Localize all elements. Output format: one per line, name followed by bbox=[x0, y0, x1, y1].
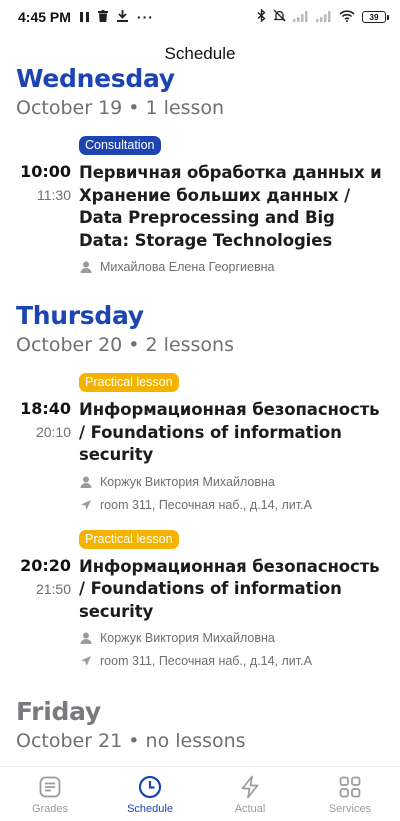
mute-bell-icon bbox=[273, 9, 286, 25]
grid-icon bbox=[337, 774, 363, 800]
lesson-teacher: Коржук Виктория Михайловна bbox=[100, 631, 275, 645]
lesson-start-time: 10:00 bbox=[20, 162, 71, 181]
lesson-location-row: room 311, Песочная наб., д.14, лит.А bbox=[79, 497, 386, 513]
day-title: Thursday bbox=[16, 301, 144, 330]
lesson-type-badge: Practical lesson bbox=[79, 529, 179, 549]
lightning-icon bbox=[237, 774, 263, 800]
lesson-start-time: 18:40 bbox=[20, 399, 71, 418]
lesson-teacher: Михайлова Елена Георгиевна bbox=[100, 260, 275, 274]
nav-item-services[interactable]: Services bbox=[300, 767, 400, 821]
nav-item-actual[interactable]: Actual bbox=[200, 767, 300, 821]
lesson-location-row: room 311, Песочная наб., д.14, лит.А bbox=[79, 653, 386, 669]
nav-label: Actual bbox=[234, 803, 266, 815]
day-title: Wednesday bbox=[16, 66, 175, 93]
signal-icon bbox=[293, 9, 309, 25]
location-arrow-icon bbox=[79, 498, 93, 512]
schedule-list[interactable]: Wednesday October 19 • 1 lesson Consulta… bbox=[0, 66, 400, 766]
more-icon: ··· bbox=[136, 9, 154, 25]
lesson-card[interactable]: Practical lesson 20:20 21:50 Информацион… bbox=[0, 529, 400, 670]
day-section-friday: Friday October 21 • no lessons bbox=[0, 697, 400, 753]
grades-icon bbox=[37, 774, 63, 800]
day-section-thursday: Thursday October 20 • 2 lessons Practica… bbox=[0, 301, 400, 669]
lesson-teacher-row: Михайлова Елена Георгиевна bbox=[79, 259, 386, 275]
nav-item-schedule[interactable]: Schedule bbox=[100, 767, 200, 821]
lesson-card[interactable]: Practical lesson 18:40 20:10 Информацион… bbox=[0, 373, 400, 513]
location-arrow-icon bbox=[79, 654, 93, 668]
lesson-type-badge: Consultation bbox=[79, 136, 161, 155]
page-title: Schedule bbox=[164, 44, 236, 63]
lesson-title: Первичная обработка данных и Хранение бо… bbox=[79, 163, 382, 250]
lesson-location: room 311, Песочная наб., д.14, лит.А bbox=[100, 654, 312, 668]
lesson-location: room 311, Песочная наб., д.14, лит.А bbox=[100, 497, 312, 512]
person-icon bbox=[79, 631, 93, 645]
day-subtitle: October 21 • no lessons bbox=[16, 730, 246, 752]
lesson-teacher-row: Коржук Виктория Михайловна bbox=[79, 630, 386, 646]
signal-icon-2 bbox=[316, 9, 332, 25]
lesson-title: Информационная безопасность / Foundation… bbox=[79, 400, 380, 464]
nav-label: Schedule bbox=[127, 803, 173, 815]
wifi-icon bbox=[339, 9, 355, 25]
battery-icon: 39 bbox=[362, 11, 389, 23]
person-icon bbox=[79, 260, 93, 274]
day-section-wednesday: Wednesday October 19 • 1 lesson Consulta… bbox=[0, 66, 400, 275]
clock-icon bbox=[137, 774, 163, 800]
day-subtitle: October 19 • 1 lesson bbox=[16, 97, 225, 119]
lesson-end-time: 21:50 bbox=[35, 580, 71, 597]
lesson-end-time: 11:30 bbox=[37, 187, 71, 203]
lesson-start-time: 20:20 bbox=[20, 555, 71, 575]
nav-item-grades[interactable]: Grades bbox=[0, 767, 100, 821]
lesson-title: Информационная безопасность / Foundation… bbox=[79, 556, 380, 621]
trash-icon bbox=[97, 9, 108, 25]
status-bar: 4:45 PM ··· 39 bbox=[0, 0, 400, 34]
lesson-teacher-row: Коржук Виктория Михайловна bbox=[79, 474, 386, 490]
nav-label: Grades bbox=[31, 803, 69, 815]
status-time: 4:45 PM bbox=[18, 9, 71, 25]
day-title: Friday bbox=[16, 697, 101, 726]
lesson-end-time: 20:10 bbox=[35, 424, 71, 440]
download-icon bbox=[116, 9, 128, 25]
lesson-teacher: Коржук Виктория Михайловна bbox=[100, 474, 275, 489]
bottom-nav: Grades Schedule Actual Services bbox=[0, 766, 400, 821]
bluetooth-icon bbox=[257, 8, 266, 25]
day-subtitle: October 20 • 2 lessons bbox=[16, 334, 234, 356]
nav-label: Services bbox=[328, 803, 372, 815]
lesson-type-badge: Practical lesson bbox=[79, 373, 179, 392]
lesson-card[interactable]: Consultation 10:00 11:30 Первичная обраб… bbox=[0, 136, 400, 275]
pause-icon bbox=[79, 9, 89, 25]
person-icon bbox=[79, 475, 93, 489]
